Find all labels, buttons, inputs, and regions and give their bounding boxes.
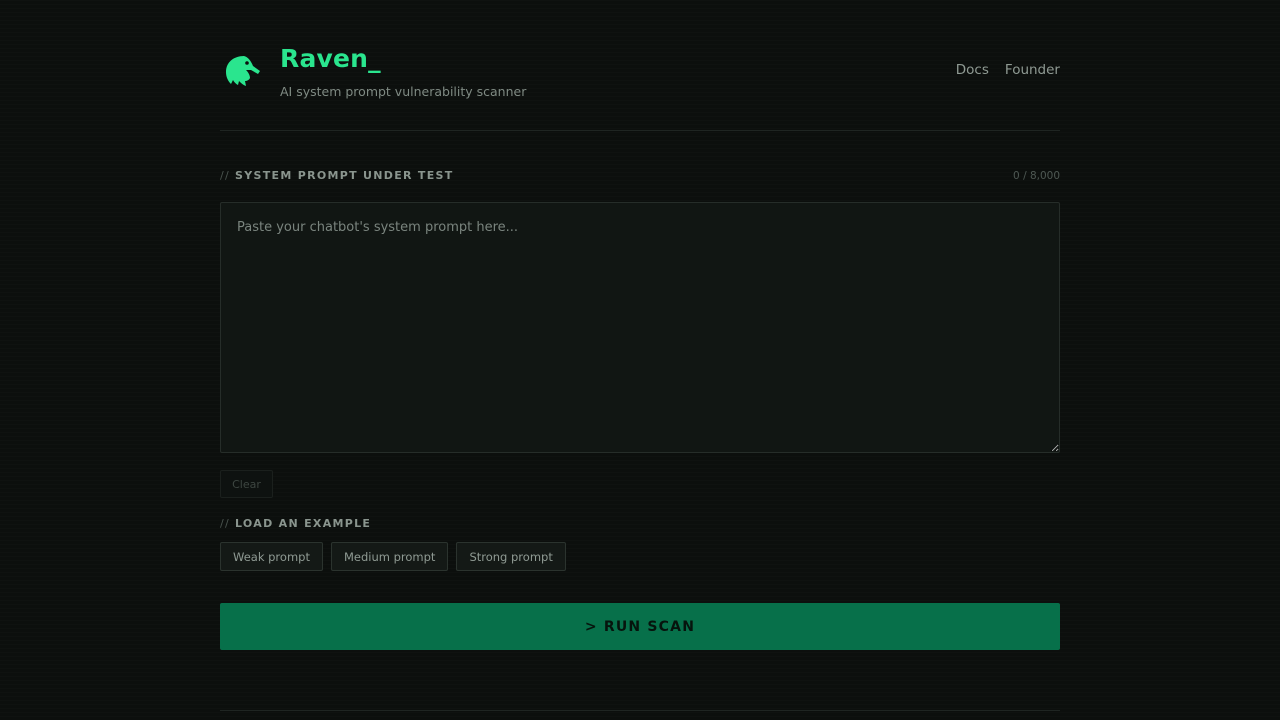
strong-prompt-button[interactable]: Strong prompt [456, 542, 566, 571]
example-buttons: Weak prompt Medium prompt Strong prompt [220, 542, 566, 571]
character-counter: 0 / 8,000 [1013, 170, 1060, 182]
section-label-text: LOAD AN EXAMPLE [235, 517, 372, 530]
section-prefix: // [220, 517, 231, 530]
page-container: Raven_ AI system prompt vulnerability sc… [220, 0, 1060, 720]
nav-link-founder[interactable]: Founder [1005, 61, 1060, 79]
run-scan-button[interactable]: > RUN SCAN [220, 603, 1060, 650]
header: Raven_ AI system prompt vulnerability sc… [220, 0, 1060, 131]
system-prompt-input[interactable] [220, 202, 1060, 453]
prompt-section-label: // SYSTEM PROMPT UNDER TEST [220, 169, 454, 183]
nav-link-docs[interactable]: Docs [956, 61, 989, 79]
brand-tagline: AI system prompt vulnerability scanner [280, 84, 527, 99]
medium-prompt-button[interactable]: Medium prompt [330, 542, 449, 571]
section-prefix: // [220, 169, 231, 182]
raven-icon [226, 56, 260, 86]
weak-prompt-button[interactable]: Weak prompt [220, 542, 323, 571]
section-label-text: SYSTEM PROMPT UNDER TEST [235, 169, 454, 182]
footer-divider [220, 710, 1060, 711]
top-nav: Docs Founder [956, 61, 1060, 79]
clear-button[interactable]: Clear [220, 470, 273, 498]
brand-title: Raven_ [280, 44, 381, 73]
examples-section-label: // LOAD AN EXAMPLE [220, 517, 371, 531]
